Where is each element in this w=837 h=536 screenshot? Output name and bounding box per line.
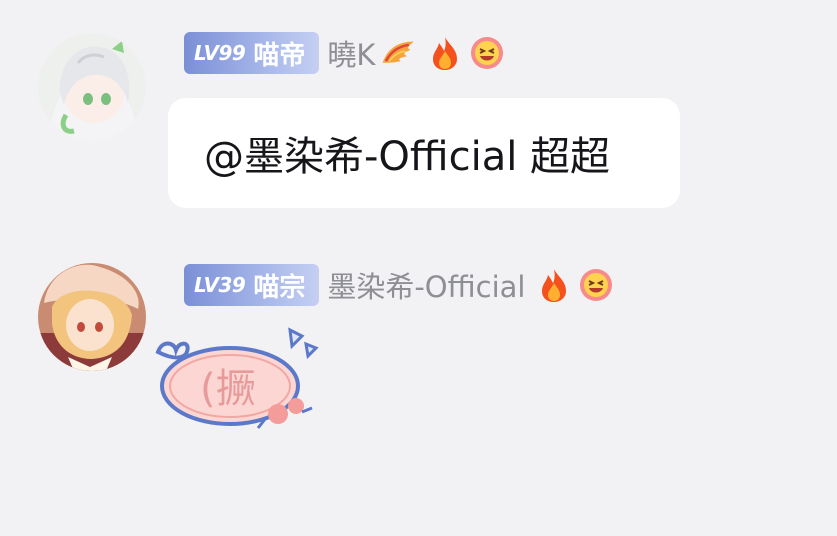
message-bubble[interactable]: @墨染希-Official 超超 <box>168 98 680 208</box>
fire-icon <box>536 267 572 303</box>
chat-message-2: LV39 喵宗 墨染希-Official (撅 <box>0 230 837 536</box>
sender-nickname[interactable]: 墨染希-Official <box>327 264 525 306</box>
sender-header: LV99 喵帝 曉K <box>184 31 505 75</box>
avatar[interactable] <box>38 33 146 141</box>
sender-nickname[interactable]: 曉K <box>327 32 375 74</box>
level-badge[interactable]: LV39 喵宗 <box>184 264 320 306</box>
rank-title: 喵宗 <box>253 272 306 303</box>
grin-face-icon <box>469 35 505 71</box>
message-text: @墨染希-Official 超超 <box>204 134 611 180</box>
avatar-image <box>38 33 146 141</box>
rank-title: 喵帝 <box>253 40 306 71</box>
level-label: LV99 <box>194 41 246 65</box>
avatar-image <box>38 263 146 371</box>
avatar[interactable] <box>38 263 146 371</box>
chat-message-1: LV99 喵帝 曉K @墨染希-Official 超超 <box>0 0 837 230</box>
level-badge[interactable]: LV99 喵帝 <box>184 32 320 74</box>
sticker-text: (撅 <box>200 366 256 412</box>
sender-header: LV39 喵宗 墨染希-Official <box>184 263 614 307</box>
grin-face-icon <box>578 267 614 303</box>
level-label: LV39 <box>194 273 246 297</box>
fire-icon <box>427 35 463 71</box>
dragon-wing-icon <box>377 35 421 71</box>
sticker-message[interactable]: (撅 <box>152 322 322 438</box>
